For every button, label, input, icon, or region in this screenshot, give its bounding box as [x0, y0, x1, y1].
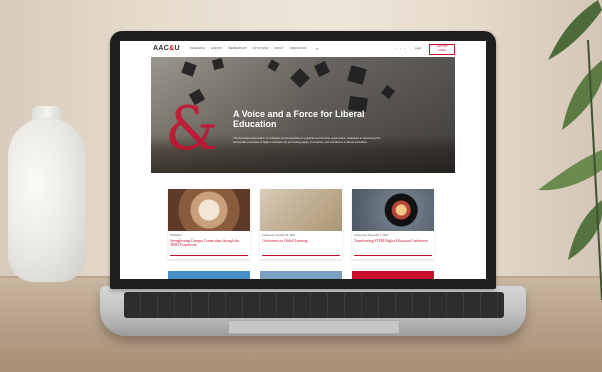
card-publication[interactable]: Publication Strengthening Campus Connect… [168, 189, 250, 259]
ampersand-graphic: & [165, 94, 219, 164]
utility-icons: ▪ ▪ ▪ [396, 47, 405, 50]
login-link[interactable]: Login [415, 47, 421, 50]
hero-description: The American Association of Colleges and… [233, 136, 381, 144]
card-title[interactable]: Conference on Global Learning [262, 239, 340, 243]
nav-item-membership[interactable]: MEMBERSHIP [228, 47, 246, 50]
nav-item-about[interactable]: ABOUT [274, 47, 283, 50]
laptop-touchpad [228, 320, 400, 334]
card-conference-stem[interactable]: Conference | November 7, 2024 Transformi… [352, 189, 434, 259]
nav-item-events[interactable]: EVENTS [211, 47, 222, 50]
featured-cards: Publication Strengthening Campus Connect… [168, 189, 434, 279]
plant-leaves [538, 0, 602, 300]
card-title[interactable]: Strengthening Campus Connections through… [170, 239, 248, 248]
laptop-keyboard [124, 292, 504, 318]
card-conference-global[interactable]: Conference | October 10, 2024 Conference… [260, 189, 342, 259]
card-underline [354, 255, 432, 256]
card-meta: Conference | November 7, 2024 [354, 234, 388, 237]
card-meta: Conference | October 10, 2024 [262, 234, 295, 237]
nav-item-initiatives[interactable]: INITIATIVES [253, 47, 269, 50]
card-image-hands-heart [168, 189, 250, 231]
hero-title: A Voice and a Force for Liberal Educatio… [233, 109, 365, 129]
site-logo[interactable]: AAC&U [153, 45, 180, 52]
laptop-screen: AAC&U RESEARCH EVENTS MEMBERSHIP INITIAT… [120, 41, 486, 279]
facebook-icon[interactable]: ▪ [396, 47, 397, 50]
white-vase [8, 118, 86, 282]
social-icon[interactable]: ▪ [400, 47, 401, 50]
card-image-map [260, 189, 342, 231]
support-button[interactable]: SUPPORT AAC&U [429, 44, 455, 55]
nav-links: RESEARCH EVENTS MEMBERSHIP INITIATIVES A… [190, 47, 307, 50]
nav-item-newsroom[interactable]: NEWSROOM [290, 47, 307, 50]
card-title[interactable]: Transforming STEM Higher Education Confe… [354, 239, 432, 243]
card-underline [262, 255, 340, 256]
card-meta: Publication [170, 234, 182, 237]
next-row-image [352, 271, 434, 279]
social-icon-2[interactable]: ▪ [404, 47, 405, 50]
nav-item-research[interactable]: RESEARCH [190, 47, 205, 50]
card-image-stem [352, 189, 434, 231]
hero-banner: & A Voice and a Force for Liberal Educat… [151, 57, 455, 173]
site-nav: AAC&U RESEARCH EVENTS MEMBERSHIP INITIAT… [120, 41, 486, 57]
card-underline [170, 255, 248, 256]
search-icon[interactable]: ⌕ [316, 46, 318, 51]
next-row-image [168, 271, 250, 279]
next-row-image [260, 271, 342, 279]
